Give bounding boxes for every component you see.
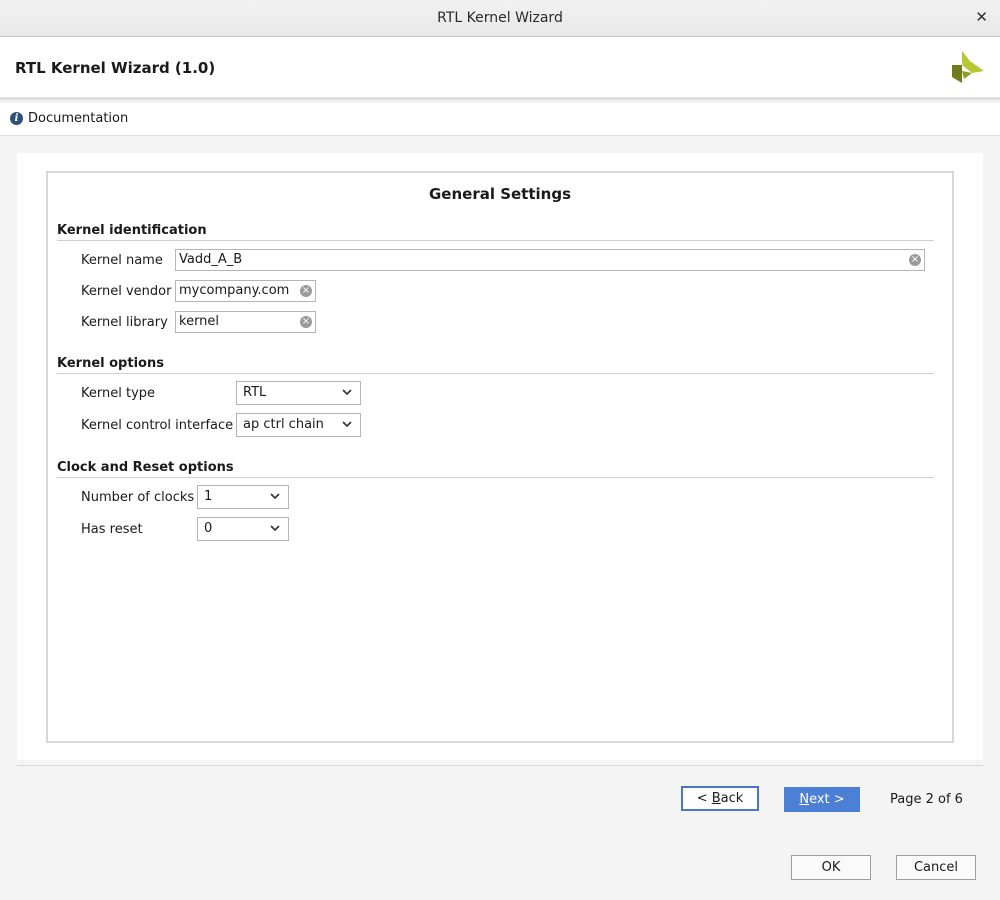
- kernel-library-label: Kernel library: [81, 315, 168, 330]
- documentation-label: Documentation: [28, 111, 129, 126]
- kernel-options-heading: Kernel options: [57, 356, 934, 374]
- chevron-down-icon: [270, 525, 280, 532]
- info-icon: i: [10, 112, 23, 125]
- next-button[interactable]: Next >: [784, 787, 860, 812]
- documentation-link[interactable]: i Documentation: [10, 111, 128, 126]
- kernel-library-value: kernel: [179, 314, 220, 329]
- clear-icon[interactable]: ×: [909, 254, 921, 266]
- chevron-down-icon: [342, 389, 352, 396]
- footer-divider: [17, 765, 983, 766]
- kernel-library-field[interactable]: kernel ×: [175, 311, 316, 333]
- wizard-heading: RTL Kernel Wizard (1.0): [15, 59, 216, 77]
- kernel-control-interface-value: ap ctrl chain: [243, 417, 324, 432]
- number-of-clocks-value: 1: [204, 489, 213, 504]
- kernel-identification-heading: Kernel identification: [57, 223, 934, 241]
- kernel-name-field[interactable]: Vadd_A_B ×: [175, 249, 925, 271]
- has-reset-value: 0: [204, 521, 213, 536]
- next-rest: ext >: [809, 792, 845, 807]
- back-mnemonic: B: [711, 791, 721, 806]
- has-reset-label: Has reset: [81, 522, 143, 537]
- kernel-vendor-value: mycompany.com: [179, 283, 290, 298]
- back-button[interactable]: < Back: [681, 786, 759, 811]
- ok-button[interactable]: OK: [791, 855, 871, 880]
- number-of-clocks-label: Number of clocks: [81, 490, 195, 505]
- clear-icon[interactable]: ×: [300, 285, 312, 297]
- number-of-clocks-select[interactable]: 1: [197, 485, 289, 509]
- back-prefix: <: [696, 791, 712, 806]
- clock-reset-heading: Clock and Reset options: [57, 460, 934, 478]
- has-reset-select[interactable]: 0: [197, 517, 289, 541]
- kernel-control-interface-select[interactable]: ap ctrl chain: [236, 413, 361, 437]
- chevron-down-icon: [342, 421, 352, 428]
- chevron-down-icon: [270, 493, 280, 500]
- kernel-name-value: Vadd_A_B: [179, 252, 243, 267]
- clear-icon[interactable]: ×: [300, 316, 312, 328]
- kernel-type-select[interactable]: RTL: [236, 381, 361, 405]
- next-mnemonic: N: [799, 792, 810, 807]
- back-rest: ack: [720, 791, 744, 806]
- cancel-button[interactable]: Cancel: [896, 855, 976, 880]
- kernel-control-interface-label: Kernel control interface: [81, 418, 234, 433]
- kernel-vendor-label: Kernel vendor: [81, 284, 172, 299]
- general-settings-panel: General Settings Kernel identification K…: [46, 171, 954, 743]
- xilinx-logo-icon: [952, 51, 984, 83]
- documentation-bar: i Documentation: [0, 103, 1000, 136]
- title-bar: RTL Kernel Wizard ✕: [0, 0, 1000, 37]
- page-indicator: Page 2 of 6: [890, 792, 963, 807]
- window-title: RTL Kernel Wizard: [437, 10, 563, 26]
- kernel-type-label: Kernel type: [81, 386, 156, 401]
- wizard-header: RTL Kernel Wizard (1.0): [0, 37, 1000, 100]
- close-icon[interactable]: ✕: [975, 9, 988, 25]
- page-title: General Settings: [428, 185, 572, 203]
- kernel-vendor-field[interactable]: mycompany.com ×: [175, 280, 316, 302]
- kernel-type-value: RTL: [243, 385, 267, 400]
- kernel-name-label: Kernel name: [81, 253, 163, 268]
